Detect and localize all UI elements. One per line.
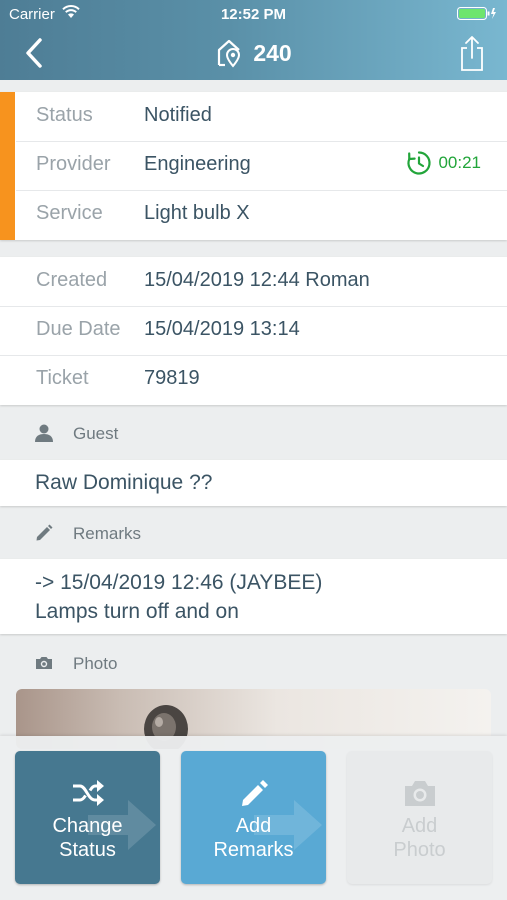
timer-value: 00:21 xyxy=(438,153,481,172)
pencil-icon xyxy=(36,524,53,541)
change-status-button[interactable]: Change Status xyxy=(15,751,160,884)
add-photo-line2: Photo xyxy=(393,839,446,861)
camera-icon xyxy=(36,657,52,669)
details-card: Status Notified Provider Engineering 00:… xyxy=(0,92,507,240)
top-bar: Carrier 12:52 PM 240 xyxy=(0,0,507,80)
home-location-icon xyxy=(218,39,241,68)
provider-row: Provider Engineering 00:21 xyxy=(0,141,507,190)
provider-value: Engineering xyxy=(144,153,251,175)
pencil-icon xyxy=(241,780,268,806)
guest-name: Raw Dominique ?? xyxy=(35,471,213,494)
created-label: Created xyxy=(36,269,108,291)
service-value: Light bulb X xyxy=(144,202,250,224)
change-status-line2: Status xyxy=(59,839,116,861)
ticket-row: Ticket 79819 xyxy=(0,355,507,404)
guest-section-header: Guest xyxy=(0,413,507,453)
add-remarks-button[interactable]: Add Remarks xyxy=(181,751,326,884)
created-row: Created 15/04/2019 12:44 Roman xyxy=(0,257,507,306)
elapsed-timer: 00:21 xyxy=(406,150,481,176)
share-icon[interactable] xyxy=(457,34,487,72)
page-title: 240 xyxy=(253,39,292,66)
camera-icon xyxy=(404,781,435,806)
remarks-header-label: Remarks xyxy=(73,524,142,543)
add-remarks-line1: Add xyxy=(235,815,272,837)
status-bar: Carrier 12:52 PM xyxy=(0,0,507,28)
battery-icon xyxy=(457,7,496,20)
person-icon xyxy=(35,424,53,442)
add-photo-button[interactable]: Add Photo xyxy=(347,751,492,884)
nav-bar: 240 xyxy=(0,28,507,80)
meta-card: Created 15/04/2019 12:44 Roman Due Date … xyxy=(0,257,507,405)
clock-time: 12:52 PM xyxy=(220,6,287,23)
remarks-card[interactable]: -> 15/04/2019 12:46 (JAYBEE) Lamps turn … xyxy=(0,559,507,634)
remark-entry-text: Lamps turn off and on xyxy=(35,600,239,623)
action-bar: Change Status Add Remarks Add Photo xyxy=(0,736,507,900)
shuffle-icon xyxy=(72,780,104,806)
service-row: Service Light bulb X xyxy=(0,190,507,239)
ticket-value: 79819 xyxy=(144,367,200,389)
photo-header-label: Photo xyxy=(73,654,118,673)
provider-label: Provider xyxy=(36,153,111,175)
guest-card[interactable]: Raw Dominique ?? xyxy=(0,460,507,506)
due-date-label: Due Date xyxy=(36,318,121,340)
add-remarks-line2: Remarks xyxy=(213,839,294,861)
guest-header-label: Guest xyxy=(73,424,119,443)
status-label: Status xyxy=(36,104,93,126)
remark-entry-header: -> 15/04/2019 12:46 (JAYBEE) xyxy=(35,571,323,594)
change-status-line1: Change xyxy=(52,815,123,837)
status-row: Status Notified xyxy=(0,92,507,141)
timer-icon xyxy=(407,151,432,175)
created-value: 15/04/2019 12:44 Roman xyxy=(144,269,370,291)
photo-section-header: Photo xyxy=(0,643,507,683)
due-date-value: 15/04/2019 13:14 xyxy=(144,318,300,340)
add-photo-line1: Add xyxy=(401,815,438,837)
remarks-section-header: Remarks xyxy=(0,513,507,553)
status-value: Notified xyxy=(144,104,212,126)
service-label: Service xyxy=(36,202,103,224)
due-date-row: Due Date 15/04/2019 13:14 xyxy=(0,306,507,355)
ticket-label: Ticket xyxy=(36,367,89,389)
